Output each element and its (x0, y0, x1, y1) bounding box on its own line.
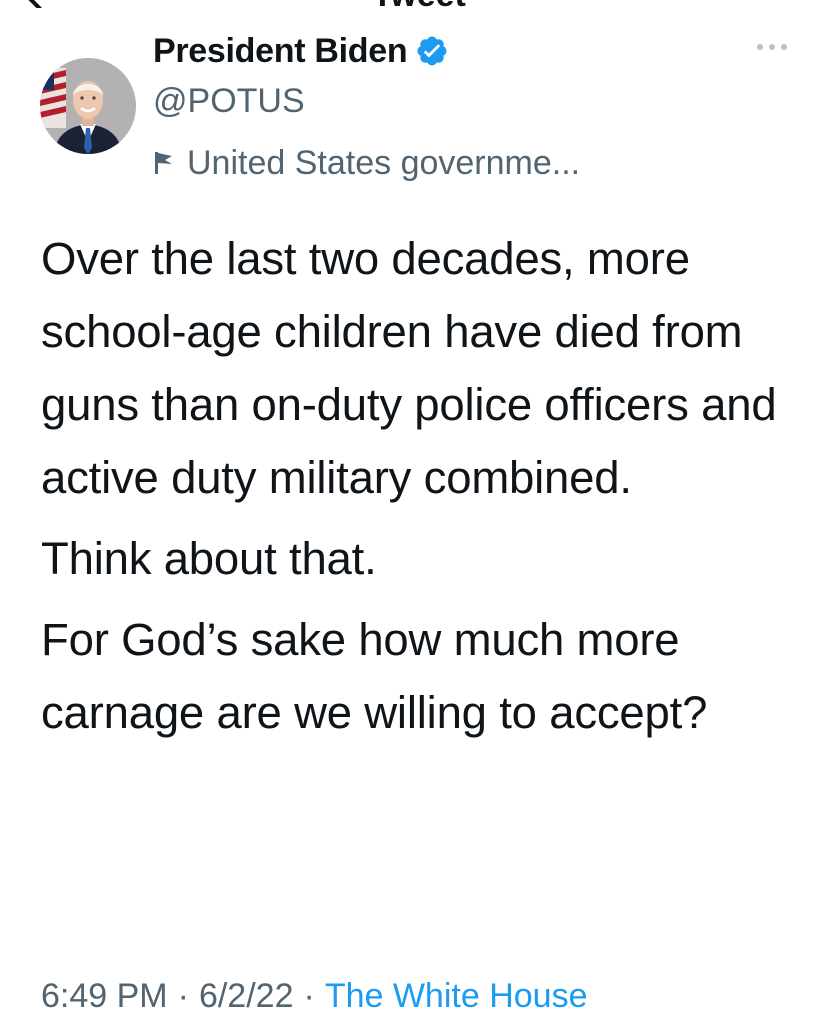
tweet-paragraph: Over the last two decades, more school-a… (41, 233, 777, 503)
author-name-row: President Biden (153, 30, 449, 72)
tweet-source-link[interactable]: The White House (325, 977, 588, 1015)
verified-badge-icon (415, 34, 449, 68)
tweet-paragraph: For God’s sake how much more carnage are… (41, 614, 708, 738)
separator-dot: · (177, 977, 189, 1015)
tweet-metadata: 6:49 PM · 6/2/22 · The White House (41, 972, 587, 1020)
author-handle[interactable]: @POTUS (153, 82, 305, 121)
avatar[interactable] (40, 58, 136, 154)
government-label[interactable]: United States governme... (153, 142, 580, 184)
tweet: President Biden @POTUS United States gov… (0, 0, 828, 1028)
avatar-photo (40, 58, 136, 154)
tweet-date[interactable]: 6/2/22 (199, 977, 294, 1015)
separator-dot: · (303, 977, 315, 1015)
tweet-paragraph: Think about that. (41, 533, 377, 584)
tweet-text: Over the last two decades, more school-a… (41, 222, 811, 757)
author-display-name[interactable]: President Biden (153, 32, 408, 71)
tweet-time[interactable]: 6:49 PM (41, 977, 168, 1015)
more-options-icon[interactable] (752, 38, 792, 56)
government-label-text: United States governme... (187, 143, 581, 182)
flag-icon (153, 150, 175, 176)
